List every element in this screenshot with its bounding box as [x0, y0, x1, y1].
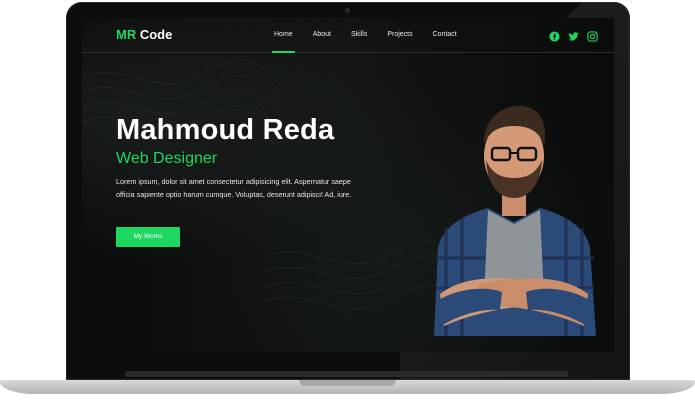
- main-nav: Home About Skills Projects Contact: [264, 18, 467, 53]
- nav-item-contact[interactable]: Contact: [423, 18, 467, 52]
- navbar: MR Code Home About Skills Projects Conta…: [82, 18, 614, 53]
- nav-item-projects[interactable]: Projects: [377, 18, 422, 52]
- webcam: [345, 8, 350, 13]
- social-links: [549, 29, 598, 42]
- facebook-icon[interactable]: [549, 29, 560, 42]
- laptop-screen: MR Code Home About Skills Projects Conta…: [82, 18, 614, 352]
- nav-item-about[interactable]: About: [303, 18, 341, 52]
- my-works-button[interactable]: My Works: [116, 227, 180, 247]
- hero-name: Mahmoud Reda: [116, 114, 335, 146]
- site-logo[interactable]: MR Code: [116, 27, 172, 42]
- nav-item-skills[interactable]: Skills: [341, 18, 377, 52]
- laptop-notch: [299, 380, 396, 386]
- twitter-icon[interactable]: [568, 29, 579, 41]
- logo-accent: MR: [116, 27, 137, 42]
- logo-text: Code: [136, 27, 173, 42]
- laptop-hinge: [125, 371, 568, 377]
- hero-role: Web Designer: [116, 150, 218, 167]
- nav-item-home[interactable]: Home: [264, 18, 303, 53]
- portrait-image: [434, 105, 596, 336]
- instagram-icon[interactable]: [587, 29, 598, 42]
- hero-description: Lorem ipsum, dolor sit amet consectetur …: [116, 177, 352, 199]
